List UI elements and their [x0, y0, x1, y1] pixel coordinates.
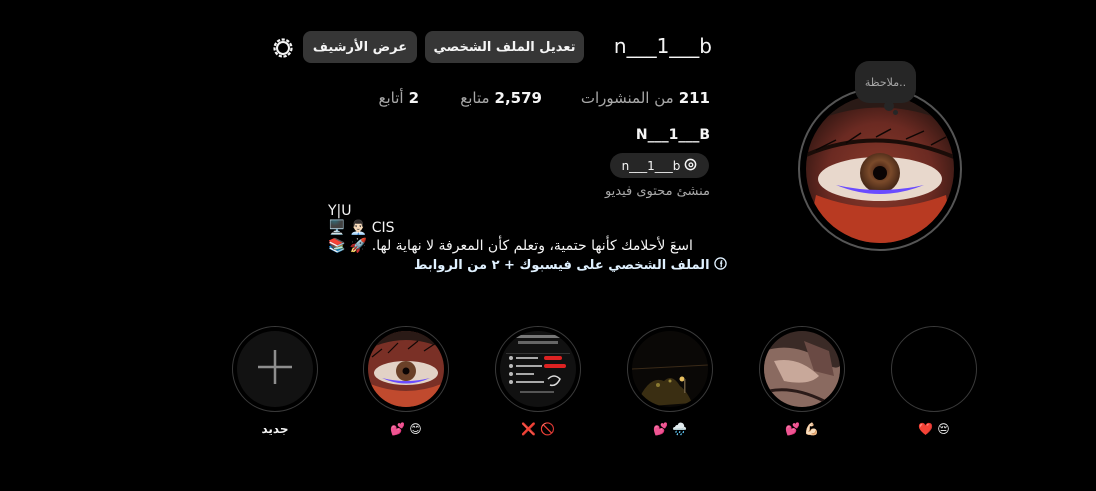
posts-count: 211: [678, 89, 710, 107]
bio-line: Y|U: [328, 203, 352, 219]
followers-label: متابع: [460, 89, 490, 107]
highlight-item[interactable]: [363, 326, 449, 412]
highlight-thumbnail: [500, 331, 576, 407]
highlight-thumbnail: [368, 331, 444, 407]
highlight-thumbnail: [632, 331, 708, 407]
threads-icon: [684, 158, 697, 174]
bio-line: 🖥️ 👨🏻‍💼 CIS: [328, 220, 395, 236]
following-count: 2: [408, 89, 419, 107]
followers-stat[interactable]: متابع 2,579: [460, 87, 542, 109]
highlight-item[interactable]: [495, 326, 581, 412]
note-text: ملاحظة..: [864, 75, 907, 89]
posts-label: من المنشورات: [580, 89, 674, 107]
note-bubble-tail-small: [893, 110, 898, 115]
username: n___1___b: [613, 34, 712, 58]
new-highlight-circle: [237, 331, 313, 407]
new-highlight-button[interactable]: [232, 326, 318, 412]
full-name: N___1___B: [635, 127, 710, 143]
highlight-label: ❌ 🚫: [520, 422, 556, 436]
edit-profile-button[interactable]: تعديل الملف الشخصي: [425, 31, 584, 63]
facebook-icon: [713, 257, 727, 274]
highlight-item[interactable]: [627, 326, 713, 412]
posts-stat: من المنشورات 211: [581, 87, 710, 109]
highlight-item[interactable]: [891, 326, 977, 412]
highlight-label: 💕 😊: [390, 422, 422, 436]
note-bubble-tail: [884, 101, 894, 111]
highlight-label: ❤️ 😔: [918, 422, 950, 436]
highlight-label: 💕 💪🏻: [784, 422, 820, 436]
links-text: الملف الشخصي على فيسبوك + ٢ من الروابط: [414, 258, 710, 273]
view-archive-button[interactable]: عرض الأرشيف: [303, 31, 417, 63]
profile-links[interactable]: الملف الشخصي على فيسبوك + ٢ من الروابط: [414, 257, 727, 274]
highlight-thumbnail: [896, 331, 972, 407]
highlight-item[interactable]: [759, 326, 845, 412]
category-label: منشئ محتوى فيديو: [604, 184, 710, 199]
new-highlight-label: جديد: [261, 422, 289, 436]
note-bubble[interactable]: ملاحظة..: [855, 61, 916, 103]
followers-count: 2,579: [494, 89, 542, 107]
threads-handle: n___1___b: [621, 158, 681, 173]
highlight-label: 💕 🌧️: [652, 422, 688, 436]
settings-gear-icon[interactable]: [270, 35, 296, 61]
following-stat[interactable]: أتابع 2: [378, 87, 419, 109]
avatar[interactable]: [806, 95, 954, 243]
highlight-thumbnail: [764, 331, 840, 407]
plus-icon: [255, 347, 295, 391]
following-label: أتابع: [378, 89, 404, 107]
threads-badge[interactable]: n___1___b: [610, 153, 709, 178]
bio-line: 📚 🚀 .اسعَ لأحلامك كأنها حتمية، وتعلم كأن…: [328, 238, 693, 254]
